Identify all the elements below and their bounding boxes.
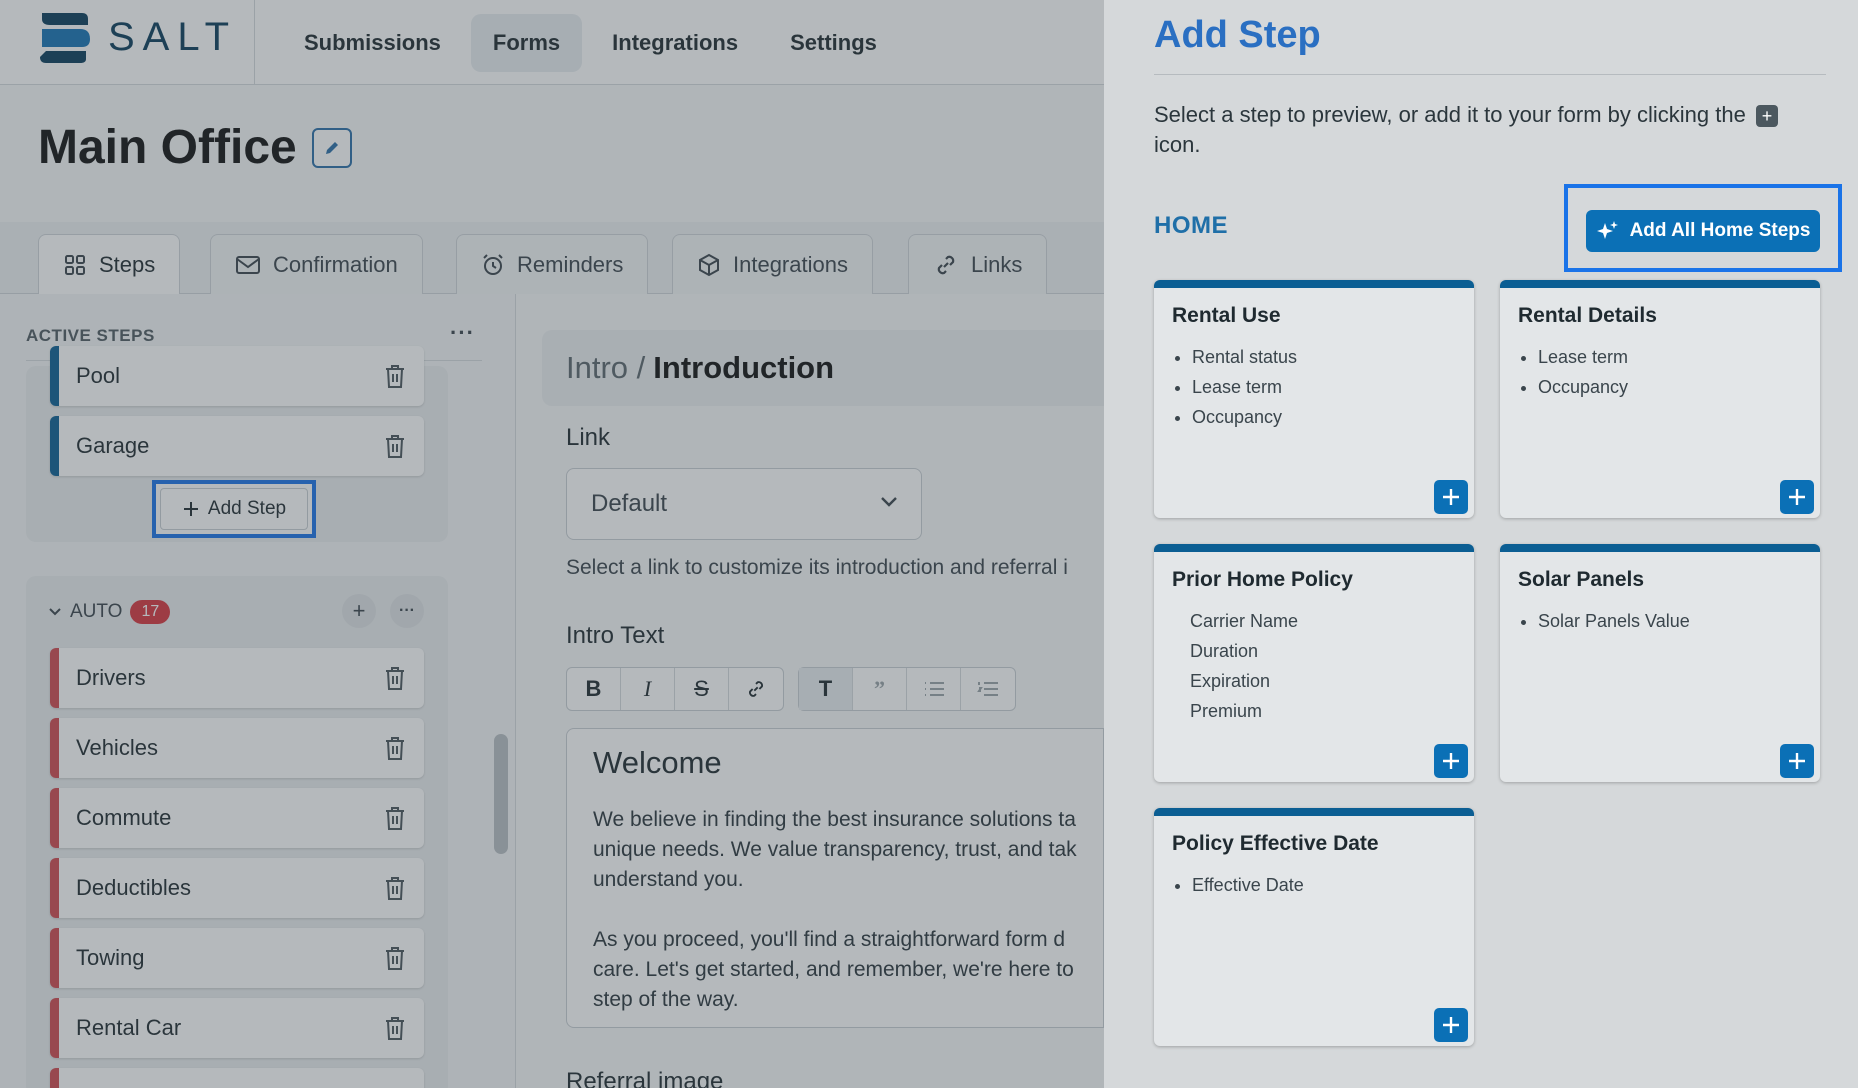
plus-icon [1789,489,1805,505]
card-field: Duration [1190,641,1259,661]
add-card-button[interactable] [1434,744,1468,778]
card-field-list: Solar Panels Value [1538,606,1690,636]
plus-icon [1789,753,1805,769]
app-background: SALT Submissions Forms Integrations Sett… [0,0,1104,1088]
step-card-rental-use[interactable]: Rental Use Rental status Lease term Occu… [1154,280,1474,518]
step-card-rental-details[interactable]: Rental Details Lease term Occupancy [1500,280,1820,518]
plus-icon [1443,753,1459,769]
step-card-policy-effective-date[interactable]: Policy Effective Date Effective Date [1154,808,1474,1046]
card-title: Rental Use [1172,304,1281,327]
card-field-list: Rental status Lease term Occupancy [1192,342,1297,432]
step-card-solar-panels[interactable]: Solar Panels Solar Panels Value [1500,544,1820,782]
add-all-label: Add All Home Steps [1629,220,1811,241]
card-field-list: Lease term Occupancy [1538,342,1628,402]
card-field: Lease term [1538,342,1628,372]
card-field: Effective Date [1192,870,1304,900]
add-card-button[interactable] [1780,480,1814,514]
plus-icon: + [1755,105,1778,128]
card-title: Prior Home Policy [1172,568,1353,591]
card-field-list: Effective Date [1192,870,1304,900]
add-card-button[interactable] [1434,1008,1468,1042]
card-field: Occupancy [1192,402,1297,432]
sparkles-icon [1596,221,1618,239]
add-all-home-steps-button[interactable]: Add All Home Steps [1586,210,1820,252]
card-title: Solar Panels [1518,568,1645,591]
modal-backdrop[interactable] [0,0,1104,1088]
card-field: Solar Panels Value [1538,606,1690,636]
card-field: Premium [1190,701,1263,721]
card-title: Policy Effective Date [1172,832,1379,855]
home-section-label: HOME [1154,212,1228,239]
card-field: Rental status [1192,342,1297,372]
add-card-button[interactable] [1434,480,1468,514]
card-field-list: Carrier Name Duration Expiration Premium [1190,606,1298,726]
plus-icon [1443,489,1459,505]
panel-divider [1154,74,1826,75]
card-field: Lease term [1192,372,1297,402]
plus-icon [1443,1017,1459,1033]
card-field: Occupancy [1538,372,1628,402]
step-card-prior-home-policy[interactable]: Prior Home Policy Carrier Name Duration … [1154,544,1474,782]
card-title: Rental Details [1518,304,1657,327]
card-field: Carrier Name [1190,611,1299,631]
add-step-panel: Add Step Select a step to preview, or ad… [1104,0,1858,1088]
panel-title: Add Step [1154,14,1321,56]
panel-description-text: Select a step to preview, or add it to y… [1154,102,1746,127]
panel-description: Select a step to preview, or add it to y… [1154,100,1814,160]
card-field: Expiration [1190,671,1271,691]
panel-description-suffix: icon. [1154,132,1201,157]
add-card-button[interactable] [1780,744,1814,778]
